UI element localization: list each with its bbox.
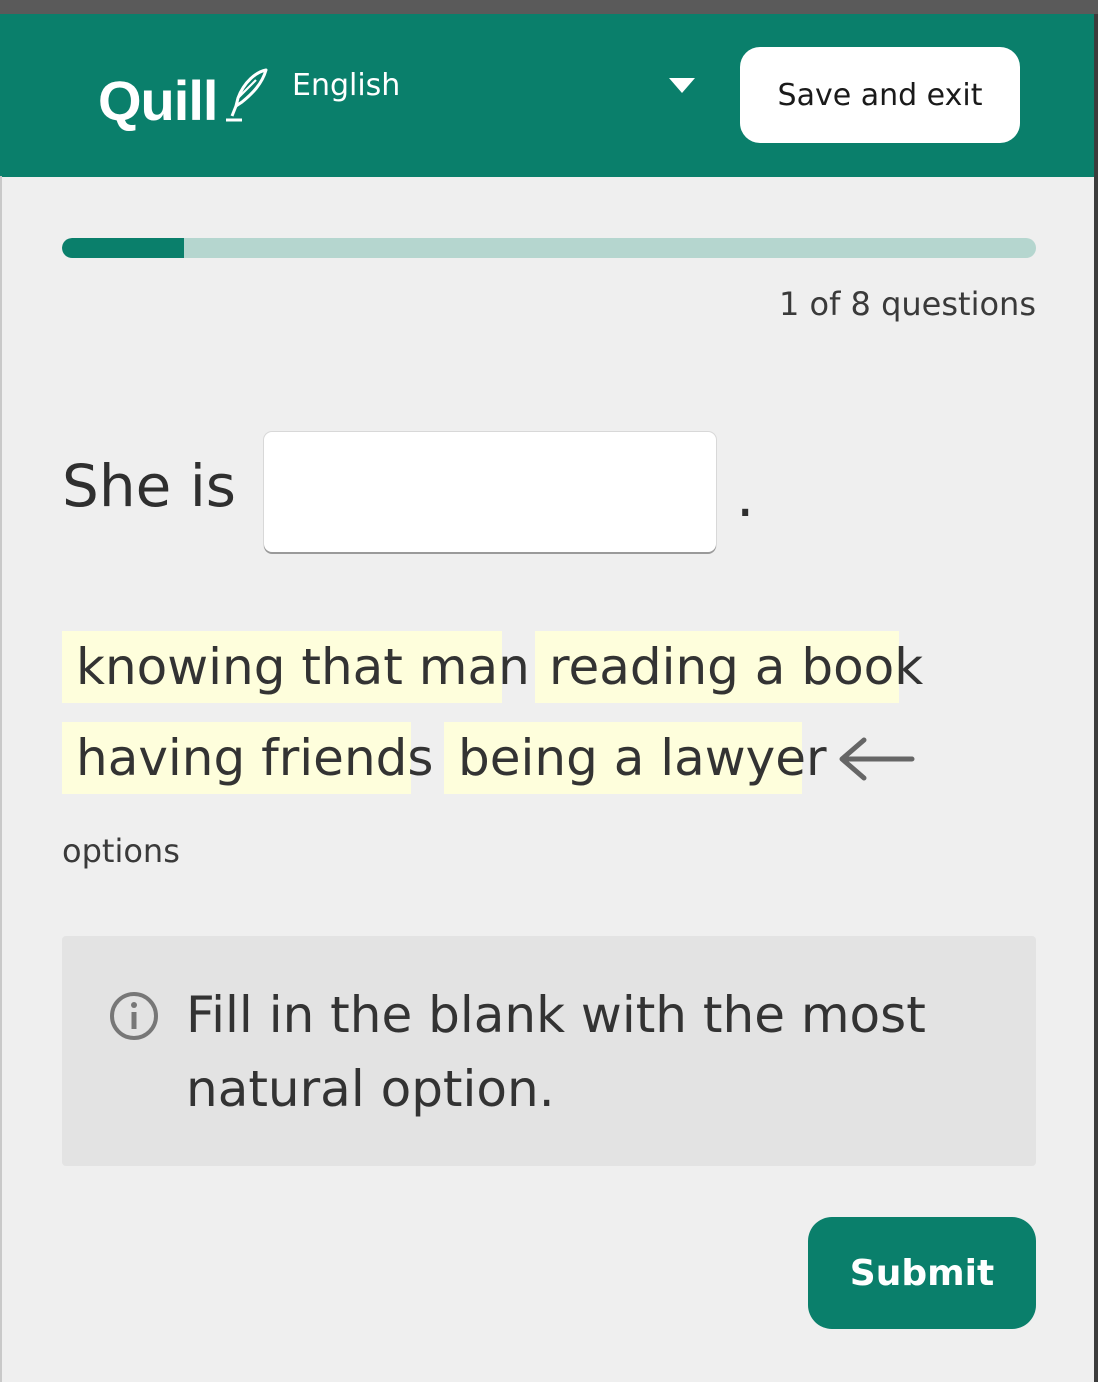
sentence-start: She is: [62, 452, 237, 520]
option-reading-a-book[interactable]: reading a book: [535, 631, 923, 703]
sentence-end: .: [736, 462, 755, 530]
top-status-strip: [0, 0, 1098, 14]
progress-bar: [62, 238, 1036, 258]
app-header: Quill English Save and exit: [0, 14, 1094, 177]
save-and-exit-button[interactable]: Save and exit: [740, 47, 1020, 143]
option-being-a-lawyer[interactable]: being a lawyer: [444, 722, 827, 794]
options-label: options: [62, 832, 180, 870]
arrow-left-icon: [839, 737, 915, 781]
quill-pen-icon: [226, 68, 268, 122]
option-knowing-that-man[interactable]: knowing that man: [62, 631, 530, 703]
hint-text: Fill in the blank with the most natural …: [186, 986, 926, 1118]
window-edge-left: [0, 176, 2, 1382]
quill-logo[interactable]: Quill: [98, 68, 218, 133]
progress-fill: [62, 238, 184, 258]
info-icon: [110, 992, 158, 1040]
caret-down-icon[interactable]: [669, 78, 695, 93]
answer-blank-field[interactable]: [264, 432, 716, 552]
question-counter: 1 of 8 questions: [779, 285, 1036, 323]
window-edge-right: [1094, 14, 1098, 1382]
submit-button[interactable]: Submit: [808, 1217, 1036, 1329]
language-select[interactable]: English: [292, 68, 400, 103]
option-having-friends[interactable]: having friends: [62, 722, 433, 794]
